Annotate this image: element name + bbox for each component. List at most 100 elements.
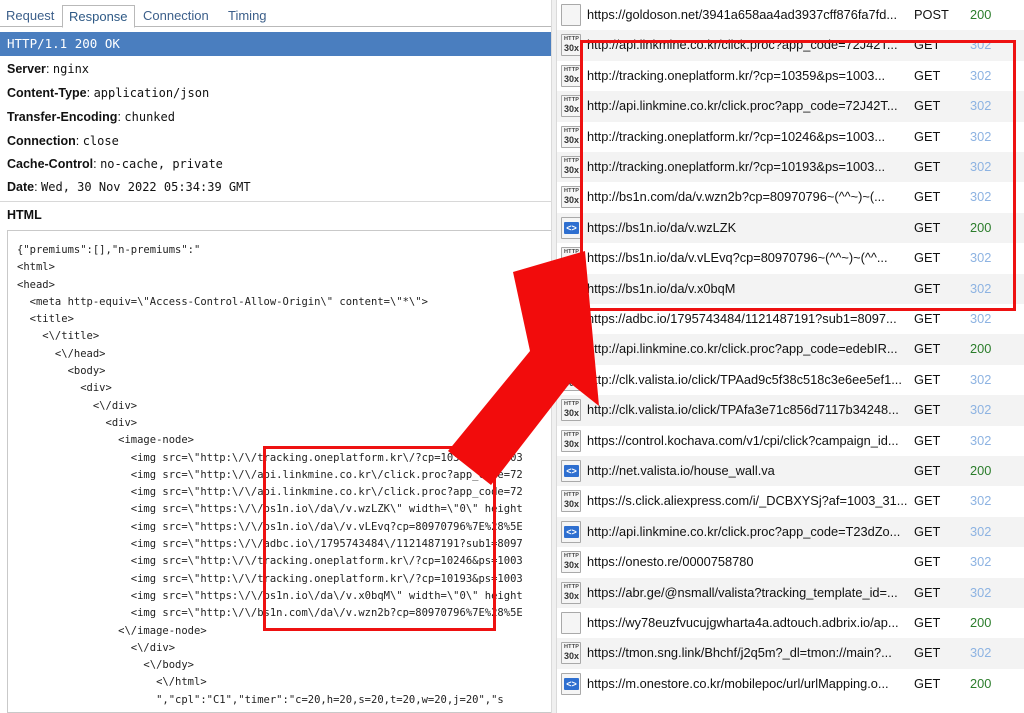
session-row[interactable]: HTTP 30x http://clk.valista.io/click/TPAad… <box>557 365 1024 395</box>
header-value: Wed, 30 Nov 2022 05:34:39 GMT <box>41 180 251 194</box>
html-icon-glyph: <> <box>564 221 579 234</box>
response-status-line: HTTP/1.1 200 OK <box>0 32 551 56</box>
session-status-code: 302 <box>970 371 992 387</box>
redirect-icon-label: HTTP <box>564 66 580 73</box>
session-row[interactable]: <> http://net.valista.io/house_wall.va GET… <box>557 456 1024 487</box>
redirect-icon-code: 30x <box>564 651 580 662</box>
session-row[interactable]: HTTP 30x https://onesto.re/0000758780 GET 30… <box>557 547 1024 577</box>
code-line: ","cpl":"C1","timer":"c=20,h=20,s=20,t=2… <box>17 693 504 706</box>
blank-document-icon <box>561 4 581 26</box>
session-method: GET <box>914 463 941 478</box>
redirect-icon-label: HTTP <box>564 644 580 651</box>
header-key: Date <box>7 180 35 194</box>
session-url: https://wy78euzfvucujgwharta4a.adtouch.a… <box>587 615 899 630</box>
header-key: Cache-Control <box>7 157 94 171</box>
session-row[interactable]: https://wy78euzfvucujgwharta4a.adtouch.a… <box>557 608 1024 638</box>
session-method: POST <box>914 7 949 22</box>
session-row[interactable]: <> http://api.linkmine.co.kr/click.proc?a… <box>557 334 1024 365</box>
session-method: GET <box>914 341 941 357</box>
session-row[interactable]: HTTP 30x https://tmon.sng.link/Bhchf/j2q5m… <box>557 638 1024 669</box>
session-row[interactable]: <> https://m.onestore.co.kr/mobilepoc/url… <box>557 669 1024 699</box>
redirect-icon-code: 30x <box>564 408 580 419</box>
html-document-icon: <> <box>561 338 581 361</box>
session-status-code: 302 <box>970 554 992 570</box>
section-divider <box>0 201 551 202</box>
redirect-icon-code: 30x <box>564 317 580 327</box>
session-method: GET <box>914 554 941 570</box>
redirect-icon-code: 30x <box>564 73 580 84</box>
code-line: {"premiums":[],"n-premiums":" <box>17 244 201 256</box>
session-method: GET <box>914 493 941 509</box>
session-method: GET <box>914 432 941 448</box>
tab-timing[interactable]: Timing <box>222 5 273 27</box>
header-value: nginx <box>52 62 90 76</box>
header-value: application/json <box>93 86 210 100</box>
session-row[interactable]: <> http://api.linkmine.co.kr/click.proc?a… <box>557 516 1024 548</box>
redirect-icon-label: HTTP <box>564 249 580 256</box>
redirect-icon: HTTP 30x <box>561 429 581 452</box>
header-value: close <box>82 134 119 148</box>
code-line: <\/html> <box>17 676 207 689</box>
header-key: Server <box>7 62 46 76</box>
session-url: http://api.linkmine.co.kr/click.proc?app… <box>587 523 901 539</box>
header-cache-control: Cache-Control: no-cache, private <box>7 157 223 171</box>
redirect-icon-label: HTTP <box>564 583 580 590</box>
code-line: <\/div> <box>17 399 138 412</box>
header-connection: Connection: close <box>7 134 119 148</box>
redirect-icon-code: 30x <box>564 560 580 571</box>
session-method: GET <box>914 402 941 418</box>
session-status-code: 302 <box>970 432 992 448</box>
session-url: http://net.valista.io/house_wall.va <box>587 463 775 478</box>
html-document-icon: <> <box>561 216 581 239</box>
session-row[interactable]: HTTP 30x http://clk.valista.io/click/TPAfa… <box>557 395 1024 426</box>
code-line: <\/div> <box>17 641 176 654</box>
redirect-icon-code: 30x <box>564 134 580 145</box>
redirect-icon-code: 30x <box>564 195 580 206</box>
redirect-icon-label: HTTP <box>564 401 580 408</box>
redirect-icon-code: 30x <box>564 43 580 54</box>
session-status-code: 302 <box>970 584 992 600</box>
html-icon-glyph: <> <box>564 677 579 690</box>
redirect-icon-code: 30x <box>564 104 580 115</box>
tab-connection[interactable]: Connection <box>137 5 215 27</box>
redirect-icon: HTTP 30x <box>561 125 581 148</box>
session-row[interactable]: HTTP 30x https://control.kochava.com/v1/cp… <box>557 426 1024 456</box>
session-url: https://goldoson.net/3941a658aa4ad3937cf… <box>587 7 897 22</box>
tab-response[interactable]: Response <box>62 5 135 28</box>
session-status-code: 200 <box>970 341 992 357</box>
code-line: <\/body> <box>17 659 195 672</box>
inspector-tab-bar: Request Response Connection Timing <box>0 5 551 28</box>
redirect-icon-code: 30x <box>564 590 580 601</box>
html-document-icon: <> <box>561 672 581 695</box>
redirect-icon-label: HTTP <box>564 36 580 43</box>
header-key: Connection <box>7 134 76 148</box>
redirect-icon-code: 30x <box>564 438 580 449</box>
session-url: https://tmon.sng.link/Bhchf/j2q5m?_dl=tm… <box>587 645 892 661</box>
header-date: Date: Wed, 30 Nov 2022 05:34:39 GMT <box>7 180 251 194</box>
session-status-code: 302 <box>970 402 992 418</box>
redirect-icon: HTTP 30x <box>561 308 581 330</box>
session-url: http://clk.valista.io/click/TPAad9c5f38c… <box>587 371 902 387</box>
redirect-icon-label: HTTP <box>564 370 580 377</box>
session-row[interactable]: https://goldoson.net/3941a658aa4ad3937cf… <box>557 0 1024 30</box>
header-value: no-cache, private <box>100 157 223 171</box>
redirect-icon-label: HTTP <box>564 492 580 499</box>
header-key: Content-Type <box>7 86 87 100</box>
session-row[interactable]: HTTP 30x https://abr.ge/@nsmall/valista?tr… <box>557 577 1024 608</box>
redirect-icon-label: HTTP <box>564 158 580 164</box>
session-method: GET <box>914 615 941 630</box>
code-line: <\/title> <box>17 330 100 343</box>
session-url: http://api.linkmine.co.kr/click.proc?app… <box>587 341 898 357</box>
session-status-code: 200 <box>970 615 992 630</box>
html-document-icon: <> <box>561 460 581 482</box>
session-row[interactable]: HTTP 30x https://s.click.aliexpress.com/i/… <box>557 486 1024 516</box>
redirect-icon-label: HTTP <box>564 127 580 134</box>
code-line: <div> <box>17 416 138 429</box>
session-status-code: 200 <box>970 675 992 691</box>
header-content-type: Content-Type: application/json <box>7 86 210 100</box>
tab-request[interactable]: Request <box>0 5 60 27</box>
img-src-highlight-box <box>263 446 496 631</box>
blank-document-icon <box>561 612 581 634</box>
redirect-icon: HTTP 30x <box>561 368 581 391</box>
redirect-icon: HTTP 30x <box>561 156 581 178</box>
